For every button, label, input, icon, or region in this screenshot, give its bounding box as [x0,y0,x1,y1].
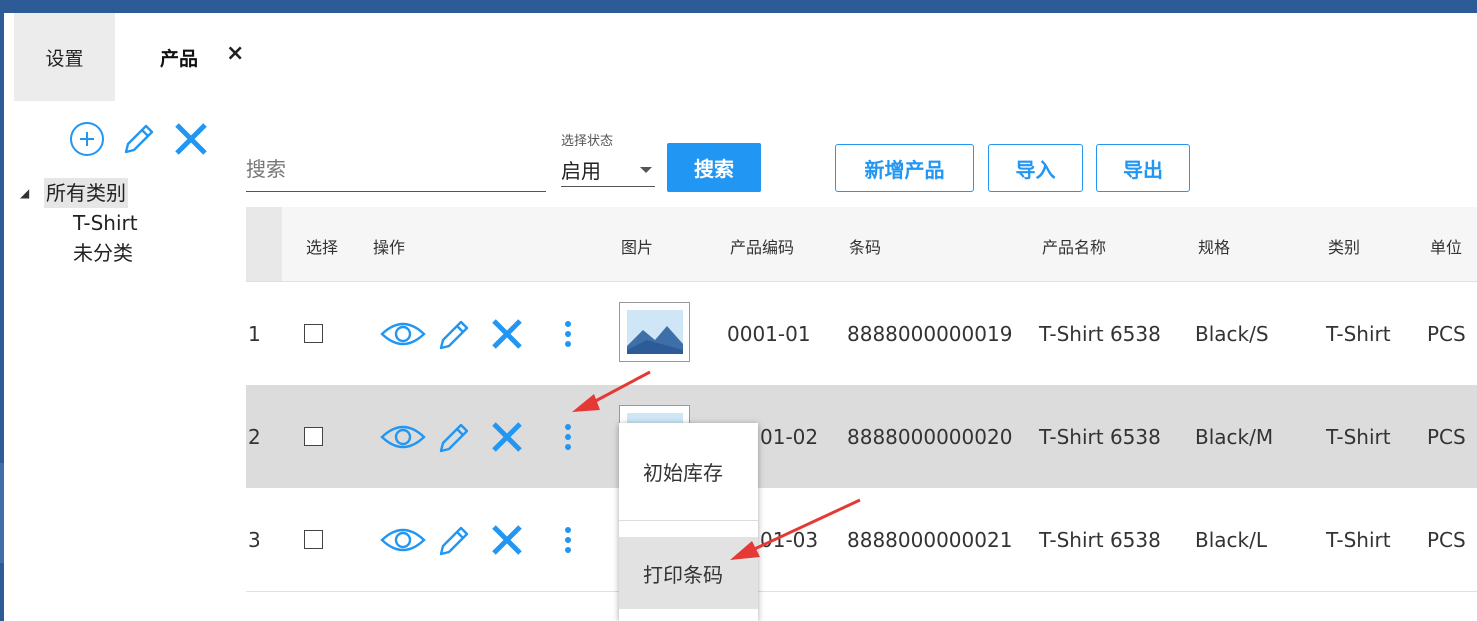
select-cell [304,385,323,488]
row-checkbox[interactable] [304,324,323,343]
tab-settings[interactable]: 设置 [14,13,115,101]
product-name: T-Shirt 6538 [1039,321,1161,346]
more-vertical-icon[interactable] [564,488,572,591]
row-checkbox[interactable] [304,427,323,446]
select-cell [304,488,323,591]
category: T-Shirt [1326,424,1391,449]
tree-root-label: 所有类别 [44,178,128,208]
edit-pencil-icon[interactable] [437,385,473,488]
export-button[interactable]: 导出 [1096,144,1190,192]
header-unit[interactable]: 单位 [1430,234,1462,258]
spec: Black/M [1195,424,1274,449]
barcode: 8888000000021 [847,527,1013,552]
import-button[interactable]: 导入 [988,144,1083,192]
select-cell [304,282,323,385]
barcode: 8888000000020 [847,424,1013,449]
header-spec[interactable]: 规格 [1198,234,1230,258]
header-image: 图片 [621,238,654,257]
header-barcode[interactable]: 条码 [849,234,881,258]
unit: PCS [1427,424,1466,449]
image-placeholder-icon[interactable] [619,302,690,362]
pencil-icon[interactable] [120,120,158,162]
view-icon[interactable] [380,282,426,385]
row-checkbox[interactable] [304,530,323,549]
product-table: 选择 操作 图片 产品编码 条码 产品名称 规格 类别 单位 1 0001-01… [246,207,1477,621]
left-bar-inner [4,13,12,621]
header-name[interactable]: 产品名称 [1042,234,1106,258]
menu-item-print-barcode[interactable]: 打印条码 [619,537,758,609]
spec: Black/L [1195,527,1267,552]
header-action: 操作 [373,238,406,257]
row-number-header [246,207,282,281]
status-label: 选择状态 [561,134,614,149]
row-number: 3 [248,527,261,552]
close-tab-icon[interactable]: × [226,41,244,66]
barcode: 8888000000019 [847,321,1013,346]
product-code: 01-03 [760,527,819,552]
search-field [246,150,546,192]
close-icon[interactable] [172,120,210,162]
add-circle-icon[interactable] [68,120,106,162]
delete-icon[interactable] [490,488,524,591]
header-category[interactable]: 类别 [1328,234,1360,258]
row-context-menu: 初始库存 打印条码 [619,423,758,621]
category: T-Shirt [1326,527,1391,552]
menu-item-initial-stock[interactable]: 初始库存 [619,423,758,521]
status-value: 启用 [561,159,601,183]
window-top-bar [0,0,1477,13]
row-number: 1 [248,321,261,346]
dropdown-arrow-icon [640,166,652,173]
menu-item-label: 打印条码 [643,562,723,587]
spec: Black/S [1195,321,1269,346]
header-select: 选择 [306,238,339,257]
menu-item-label: 初始库存 [643,461,723,485]
table-row[interactable]: 1 0001-01 8888000000019 T-Shirt 6538 Bla… [246,282,1477,386]
table-row[interactable]: 3 01-03 8888000000021 T-Shirt 6538 Black… [246,488,1477,592]
tree-item-tshirt[interactable]: T-Shirt [20,208,138,238]
product-name: T-Shirt 6538 [1039,527,1161,552]
row-number: 2 [248,424,261,449]
delete-icon[interactable] [490,282,524,385]
collapse-caret-icon[interactable]: ◢ [20,178,44,208]
status-select[interactable]: 选择状态 启用 [561,130,655,187]
category-tree: ◢ 所有类别 T-Shirt 未分类 [20,178,138,268]
unit: PCS [1427,527,1466,552]
edit-pencil-icon[interactable] [437,488,473,591]
more-vertical-icon[interactable] [564,282,572,385]
header-code[interactable]: 产品编码 [730,234,794,258]
unit: PCS [1427,321,1466,346]
edit-pencil-icon[interactable] [437,282,473,385]
tab-settings-label: 设置 [45,47,84,70]
table-row[interactable]: 2 01-02 8888000000020 T-Shirt 6538 Black… [246,385,1477,489]
window-left-bar [0,13,12,621]
product-code: 0001-01 [727,321,811,346]
search-button[interactable]: 搜索 [667,143,761,192]
tree-item-uncategorized[interactable]: 未分类 [20,238,138,268]
product-code: 01-02 [760,424,819,449]
product-name: T-Shirt 6538 [1039,424,1161,449]
status-dropdown[interactable]: 启用 [561,153,655,187]
search-input[interactable] [246,150,541,188]
view-icon[interactable] [380,488,426,591]
table-header: 选择 操作 图片 产品编码 条码 产品名称 规格 类别 单位 [246,207,1477,282]
add-product-button[interactable]: 新增产品 [835,144,974,192]
category: T-Shirt [1326,321,1391,346]
view-icon[interactable] [380,385,426,488]
delete-icon[interactable] [490,385,524,488]
tree-root[interactable]: ◢ 所有类别 [20,178,138,208]
more-vertical-icon[interactable] [564,385,572,488]
tab-product-label: 产品 [160,47,199,70]
category-toolbar [68,120,210,162]
